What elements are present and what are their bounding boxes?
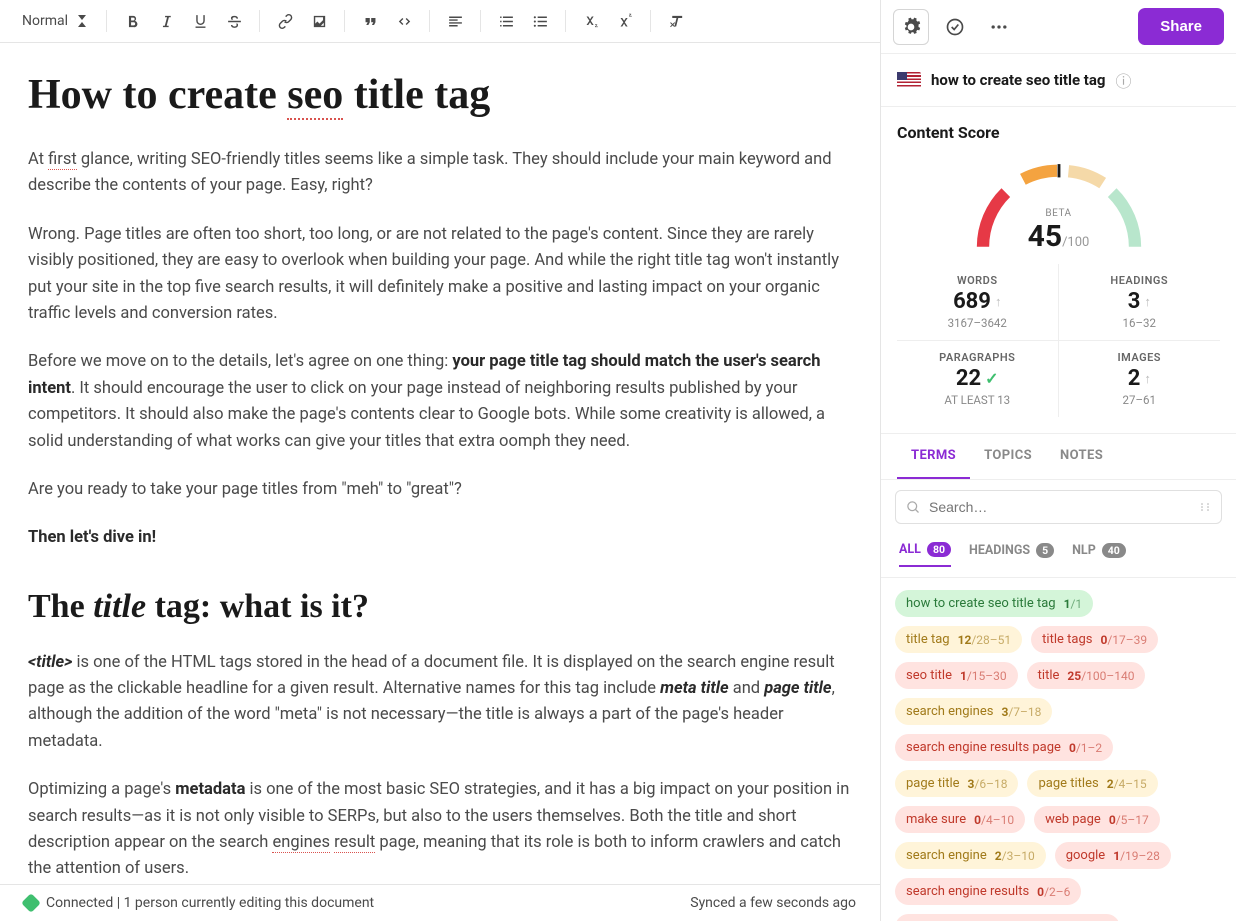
- term-chip[interactable]: search engine results pages0/1–2: [895, 914, 1120, 921]
- side-panel: Share how to create seo title tag ⓘ Cont…: [881, 0, 1236, 921]
- sync-status-text: Synced a few seconds ago: [690, 895, 856, 911]
- panel-tabs: TERMS TOPICS NOTES: [881, 434, 1236, 480]
- italic-button[interactable]: [151, 6, 181, 36]
- search-icon: [906, 500, 921, 515]
- paragraph[interactable]: Are you ready to take your page titles f…: [28, 477, 852, 503]
- link-button[interactable]: [270, 6, 300, 36]
- term-chip[interactable]: make sure0/4–10: [895, 806, 1025, 833]
- term-chip[interactable]: seo title1/15–30: [895, 662, 1018, 689]
- term-chip[interactable]: page title3/6–18: [895, 770, 1018, 797]
- info-icon[interactable]: ⓘ: [1115, 68, 1131, 92]
- ordered-list-button[interactable]: [491, 6, 521, 36]
- subtabs: ALL80 HEADINGS5 NLP40: [881, 534, 1236, 578]
- subscript-button[interactable]: [576, 6, 606, 36]
- tab-notes[interactable]: NOTES: [1046, 434, 1117, 479]
- paragraph[interactable]: Wrong. Page titles are often too short, …: [28, 222, 852, 328]
- score-title: Content Score: [897, 123, 1220, 142]
- document-h2[interactable]: The title tag: what is it?: [28, 588, 852, 626]
- keyword-text: how to create seo title tag: [931, 71, 1105, 89]
- term-chip[interactable]: page titles2/4–15: [1027, 770, 1157, 797]
- connection-status-icon: [21, 893, 41, 913]
- bullet-list-button[interactable]: [525, 6, 555, 36]
- term-chip[interactable]: search engine results page0/1–2: [895, 734, 1113, 761]
- underline-button[interactable]: [185, 6, 215, 36]
- code-button[interactable]: [389, 6, 419, 36]
- connection-status-text: Connected | 1 person currently editing t…: [46, 895, 374, 911]
- blockquote-button[interactable]: [355, 6, 385, 36]
- term-chip[interactable]: google1/19–28: [1055, 842, 1171, 869]
- editor-area: Normal How to create seo title tag: [0, 0, 881, 921]
- check-icon[interactable]: [937, 9, 973, 45]
- tab-topics[interactable]: TOPICS: [970, 434, 1046, 479]
- metric: WORDS689↑3167–3642: [897, 264, 1059, 341]
- align-button[interactable]: [440, 6, 470, 36]
- term-chip[interactable]: title tags0/17–39: [1031, 626, 1158, 653]
- image-button[interactable]: [304, 6, 334, 36]
- settings-icon[interactable]: [893, 9, 929, 45]
- bold-button[interactable]: [117, 6, 147, 36]
- strikethrough-button[interactable]: [219, 6, 249, 36]
- term-chip[interactable]: web page0/5–17: [1034, 806, 1160, 833]
- paragraph[interactable]: <title> is one of the HTML tags stored i…: [28, 650, 852, 756]
- subtab-nlp[interactable]: NLP40: [1072, 534, 1126, 567]
- metric: HEADINGS3↑16–32: [1059, 264, 1221, 341]
- metric: IMAGES2↑27–61: [1059, 341, 1221, 417]
- subtab-all[interactable]: ALL80: [899, 534, 951, 567]
- format-select[interactable]: Normal: [12, 9, 96, 33]
- term-chip[interactable]: how to create seo title tag1/1: [895, 590, 1093, 617]
- score-gauge: BETA 45/100: [964, 154, 1154, 254]
- paragraph[interactable]: Optimizing a page's metadata is one of t…: [28, 777, 852, 883]
- paragraph[interactable]: At first glance, writing SEO-friendly ti…: [28, 147, 852, 200]
- paragraph[interactable]: Then let's dive in!: [28, 525, 852, 551]
- editor-content[interactable]: How to create seo title tag At first gla…: [0, 43, 880, 884]
- more-icon[interactable]: [981, 9, 1017, 45]
- term-chip[interactable]: search engine results0/2–6: [895, 878, 1081, 905]
- term-chip[interactable]: search engine2/3–10: [895, 842, 1046, 869]
- keyword-row: how to create seo title tag ⓘ: [881, 54, 1236, 107]
- term-chip[interactable]: search engines3/7–18: [895, 698, 1052, 725]
- subtab-headings[interactable]: HEADINGS5: [969, 534, 1054, 567]
- statusbar: Connected | 1 person currently editing t…: [0, 884, 880, 921]
- country-flag-icon: [897, 72, 921, 88]
- share-button[interactable]: Share: [1138, 8, 1224, 45]
- term-chip[interactable]: title tag12/28–51: [895, 626, 1022, 653]
- sort-icon[interactable]: [1199, 501, 1211, 513]
- search-input[interactable]: [929, 499, 1191, 515]
- tab-terms[interactable]: TERMS: [897, 434, 970, 479]
- search-box[interactable]: [895, 490, 1222, 524]
- document-h1[interactable]: How to create seo title tag: [28, 71, 852, 119]
- metric: PARAGRAPHS22✓AT LEAST 13: [897, 341, 1059, 417]
- editor-toolbar: Normal: [0, 0, 880, 43]
- paragraph[interactable]: Before we move on to the details, let's …: [28, 349, 852, 455]
- term-chip[interactable]: title25/100–140: [1027, 662, 1146, 689]
- terms-list: how to create seo title tag1/1 title tag1…: [881, 578, 1236, 921]
- score-section: Content Score BETA 45/100 WORDS689↑3167–…: [881, 107, 1236, 434]
- superscript-button[interactable]: [610, 6, 640, 36]
- side-header: Share: [881, 0, 1236, 54]
- clear-format-button[interactable]: [661, 6, 691, 36]
